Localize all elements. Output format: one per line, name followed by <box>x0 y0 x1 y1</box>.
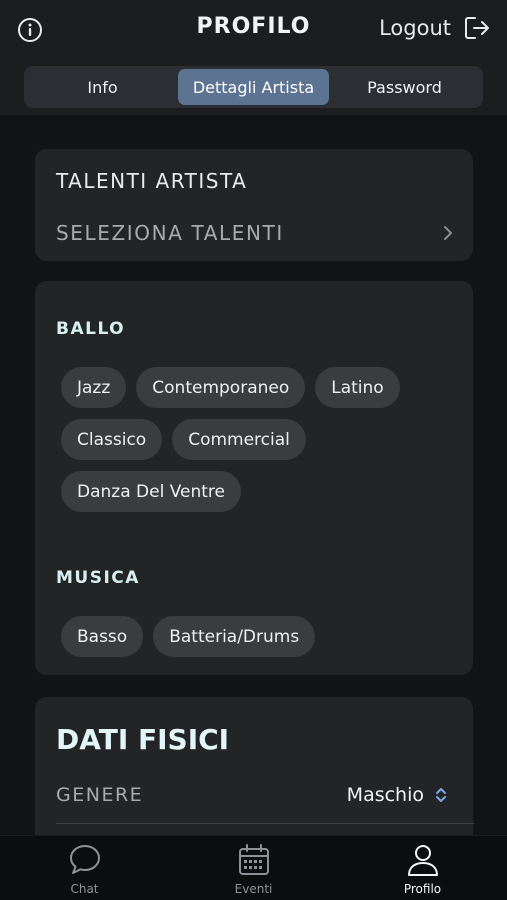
user-icon <box>407 845 438 876</box>
genere-select[interactable]: Maschio <box>347 784 448 806</box>
talenti-title: TALENTI ARTISTA <box>56 169 248 193</box>
tab-password[interactable]: Password <box>329 69 480 105</box>
tab-info[interactable]: Info <box>27 69 178 105</box>
chips-ballo: Jazz Contemporaneo Latino Classico Comme… <box>61 367 461 512</box>
field-divider <box>56 823 474 824</box>
genere-field[interactable]: GENERE Maschio <box>56 777 448 813</box>
logout-arrow-icon <box>465 17 489 39</box>
genere-value: Maschio <box>346 784 424 806</box>
chip-commercial[interactable]: Commercial <box>172 419 306 460</box>
category-title-musica: MUSICA <box>56 568 140 588</box>
talenti-card: TALENTI ARTISTA SELEZIONA TALENTI <box>35 149 473 261</box>
skills-card: BALLO Jazz Contemporaneo Latino Classico… <box>35 281 473 675</box>
chip-contemporaneo[interactable]: Contemporaneo <box>136 367 306 408</box>
app-root: PROFILO Logout Info Dettagli Artista Pas… <box>0 0 507 900</box>
profile-tabs: Info Dettagli Artista Password <box>24 66 483 108</box>
logout-label: Logout <box>379 16 451 40</box>
content-scroll[interactable]: TALENTI ARTISTA SELEZIONA TALENTI BALLO … <box>0 115 507 835</box>
header: PROFILO Logout Info Dettagli Artista Pas… <box>0 0 507 115</box>
chip-danza-del-ventre[interactable]: Danza Del Ventre <box>61 471 241 512</box>
chevron-right-icon <box>444 226 452 240</box>
genere-label: GENERE <box>56 784 144 806</box>
logout-button[interactable]: Logout <box>379 14 491 42</box>
bottom-tab-bar: Chat Eventi Profilo <box>0 835 507 900</box>
tabbar-eventi[interactable]: Eventi <box>169 836 338 900</box>
dati-fisici-title: DATI FISICI <box>56 723 230 756</box>
chip-latino[interactable]: Latino <box>315 367 400 408</box>
chip-batteria-drums[interactable]: Batteria/Drums <box>153 616 316 657</box>
chat-bubble-icon <box>69 845 100 874</box>
tabbar-profilo-label: Profilo <box>403 882 442 896</box>
seleziona-talenti-row[interactable]: SELEZIONA TALENTI <box>56 218 456 248</box>
calendar-icon <box>238 844 269 875</box>
tabbar-chat-label: Chat <box>70 882 99 896</box>
chip-jazz[interactable]: Jazz <box>61 367 127 408</box>
dati-fisici-card: DATI FISICI GENERE Maschio <box>35 697 474 835</box>
chip-basso[interactable]: Basso <box>61 616 144 657</box>
tabbar-profilo[interactable]: Profilo <box>338 836 507 900</box>
tab-dettagli-artista[interactable]: Dettagli Artista <box>178 69 329 105</box>
seleziona-talenti-label: SELEZIONA TALENTI <box>56 221 284 245</box>
tabbar-chat[interactable]: Chat <box>0 836 169 900</box>
chips-musica: Basso Batteria/Drums <box>61 616 461 657</box>
tabbar-eventi-label: Eventi <box>234 882 273 896</box>
chip-classico[interactable]: Classico <box>61 419 163 460</box>
category-title-ballo: BALLO <box>56 319 126 339</box>
chevron-up-down-icon <box>436 788 446 802</box>
